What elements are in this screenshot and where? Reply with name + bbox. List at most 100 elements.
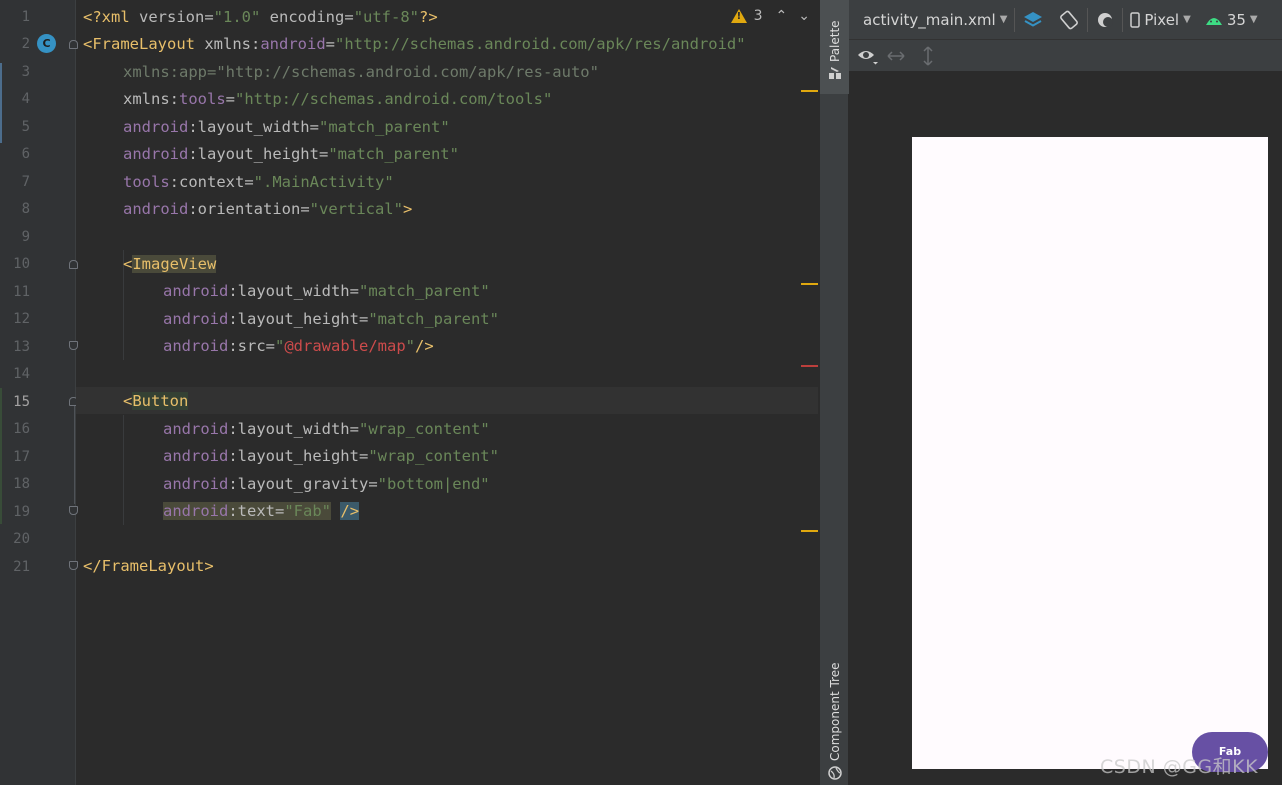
api-level-dropdown[interactable]: 35 ▼ <box>1198 0 1265 40</box>
warning-marker[interactable] <box>801 283 818 285</box>
xml-attr: version <box>139 8 205 26</box>
xml-tag: <FrameLayout <box>83 35 205 53</box>
error-marker[interactable] <box>801 365 818 367</box>
xml-ns: android <box>123 118 189 136</box>
code-line-5: android:layout_width="match_parent" <box>123 117 450 137</box>
xml-ns: android <box>163 337 229 355</box>
xml-ns-prefix: xmlns: <box>123 90 179 108</box>
xml-attr: :layout_height <box>188 145 319 163</box>
line-number: 12 <box>13 311 30 327</box>
xml-decl-open: <?xml <box>83 8 139 26</box>
design-canvas[interactable]: Fab <box>849 72 1282 785</box>
xml-ns: android <box>163 502 229 520</box>
xml-tag-name: Button <box>132 392 189 410</box>
android-icon <box>1205 17 1222 25</box>
equals: = <box>275 502 285 520</box>
equals: = <box>265 337 275 355</box>
component-tree-tab[interactable]: Component Tree <box>820 645 850 785</box>
horizontal-resize-icon[interactable] <box>887 49 905 63</box>
xml-ns-prefix: xmlns: <box>204 35 261 53</box>
fold-toggle-icon[interactable] <box>69 341 78 350</box>
inspection-widget[interactable]: 3 ⌃ ⌄ <box>730 8 810 24</box>
orientation-button[interactable] <box>1051 0 1087 40</box>
design-sidebar: Palette Component Tree <box>819 0 850 785</box>
fold-toggle-icon[interactable] <box>69 561 78 570</box>
previous-highlight-icon[interactable]: ⌃ <box>776 8 788 24</box>
xml-value: "wrap_content" <box>368 447 499 465</box>
code-line-6: android:layout_height="match_parent" <box>123 144 459 164</box>
code-line-19: android:text="Fab" /> <box>163 501 360 521</box>
line-number: 11 <box>13 284 30 300</box>
fold-toggle-icon[interactable] <box>69 260 78 269</box>
xml-value: "utf-8" <box>353 8 420 26</box>
xml-tag-close: > <box>402 200 413 218</box>
xml-value: "bottom|end" <box>377 475 490 493</box>
vertical-resize-icon[interactable] <box>921 46 935 66</box>
equals: = <box>349 420 359 438</box>
layers-icon <box>1024 11 1043 27</box>
xml-attr: :layout_height <box>228 310 359 328</box>
line-number: 2 <box>21 36 30 52</box>
xml-ns: android <box>163 310 229 328</box>
error-stripe[interactable] <box>800 0 818 785</box>
xml-value: "Fab" <box>284 502 332 520</box>
code-line-1: <?xml version="1.0" encoding="utf-8"?> <box>83 7 438 27</box>
code-line-8: android:orientation="vertical"> <box>123 199 412 219</box>
warning-marker[interactable] <box>801 90 818 92</box>
xml-ns: android <box>163 282 229 300</box>
fold-toggle-icon[interactable] <box>69 40 78 49</box>
xml-tag-name: ImageView <box>132 255 217 273</box>
line-number: 10 <box>13 256 30 272</box>
unresolved-resource: @drawable/map <box>284 337 406 355</box>
quote: " <box>275 337 285 355</box>
line-number: 4 <box>21 91 30 107</box>
xml-value: "http://schemas.android.com/apk/res-auto… <box>216 63 599 81</box>
device-preview-screen[interactable]: Fab <box>912 137 1268 772</box>
palette-tab-label: Palette <box>828 20 842 62</box>
theme-icon <box>1098 12 1114 27</box>
xml-value: "match_parent" <box>368 310 499 328</box>
xml-ns: android <box>163 447 229 465</box>
xml-ns-name: tools <box>179 90 226 108</box>
equals: = <box>225 90 236 108</box>
xml-ns: android <box>163 420 229 438</box>
xml-attr: :src <box>228 337 266 355</box>
line-number: 9 <box>21 229 30 245</box>
design-toolbar: activity_main.xml ▼ Pixel ▼ 35 ▼ <box>849 0 1282 40</box>
globe-icon <box>828 766 842 780</box>
fold-toggle-icon[interactable] <box>69 506 78 515</box>
xml-tag-close: /> <box>415 337 434 355</box>
xml-attr: :orientation <box>188 200 301 218</box>
class-gutter-icon[interactable]: C <box>37 34 56 53</box>
equals: = <box>349 282 359 300</box>
equals: = <box>300 200 310 218</box>
file-dropdown[interactable]: activity_main.xml ▼ <box>849 0 1014 40</box>
xml-attr: :layout_height <box>228 447 359 465</box>
device-dropdown[interactable]: Pixel ▼ <box>1123 0 1197 40</box>
warning-icon <box>730 9 747 23</box>
xml-attr: :layout_gravity <box>228 475 369 493</box>
design-surface-button[interactable] <box>1015 0 1051 40</box>
line-number: 3 <box>21 64 30 80</box>
code-line-16: android:layout_width="wrap_content" <box>163 419 490 439</box>
line-number: 7 <box>21 174 30 190</box>
xml-tag-open: < <box>123 255 133 273</box>
equals: = <box>318 145 329 163</box>
editor-gutter: 1 2 3 4 5 6 7 8 9 10 11 12 13 14 15 16 1… <box>0 0 78 785</box>
view-options-icon[interactable] <box>857 47 879 65</box>
phone-icon <box>1130 11 1141 28</box>
equals: = <box>325 35 335 53</box>
xml-ns-name: android <box>260 35 326 53</box>
xml-attr: :layout_width <box>188 118 310 136</box>
code-line-11: android:layout_width="match_parent" <box>163 281 490 301</box>
warning-marker[interactable] <box>801 530 818 532</box>
xml-ns: tools <box>123 173 170 191</box>
code-editor[interactable]: 1 2 3 4 5 6 7 8 9 10 11 12 13 14 15 16 1… <box>0 0 818 785</box>
line-number: 20 <box>13 531 30 547</box>
layout-design-pane: activity_main.xml ▼ Pixel ▼ 35 ▼ Fab <box>849 0 1282 785</box>
theme-button[interactable] <box>1088 0 1122 40</box>
palette-tab[interactable]: Palette <box>820 0 850 94</box>
xml-value: "match_parent" <box>359 282 490 300</box>
line-number: 8 <box>21 201 30 217</box>
xml-tag-close: /> <box>340 502 360 520</box>
